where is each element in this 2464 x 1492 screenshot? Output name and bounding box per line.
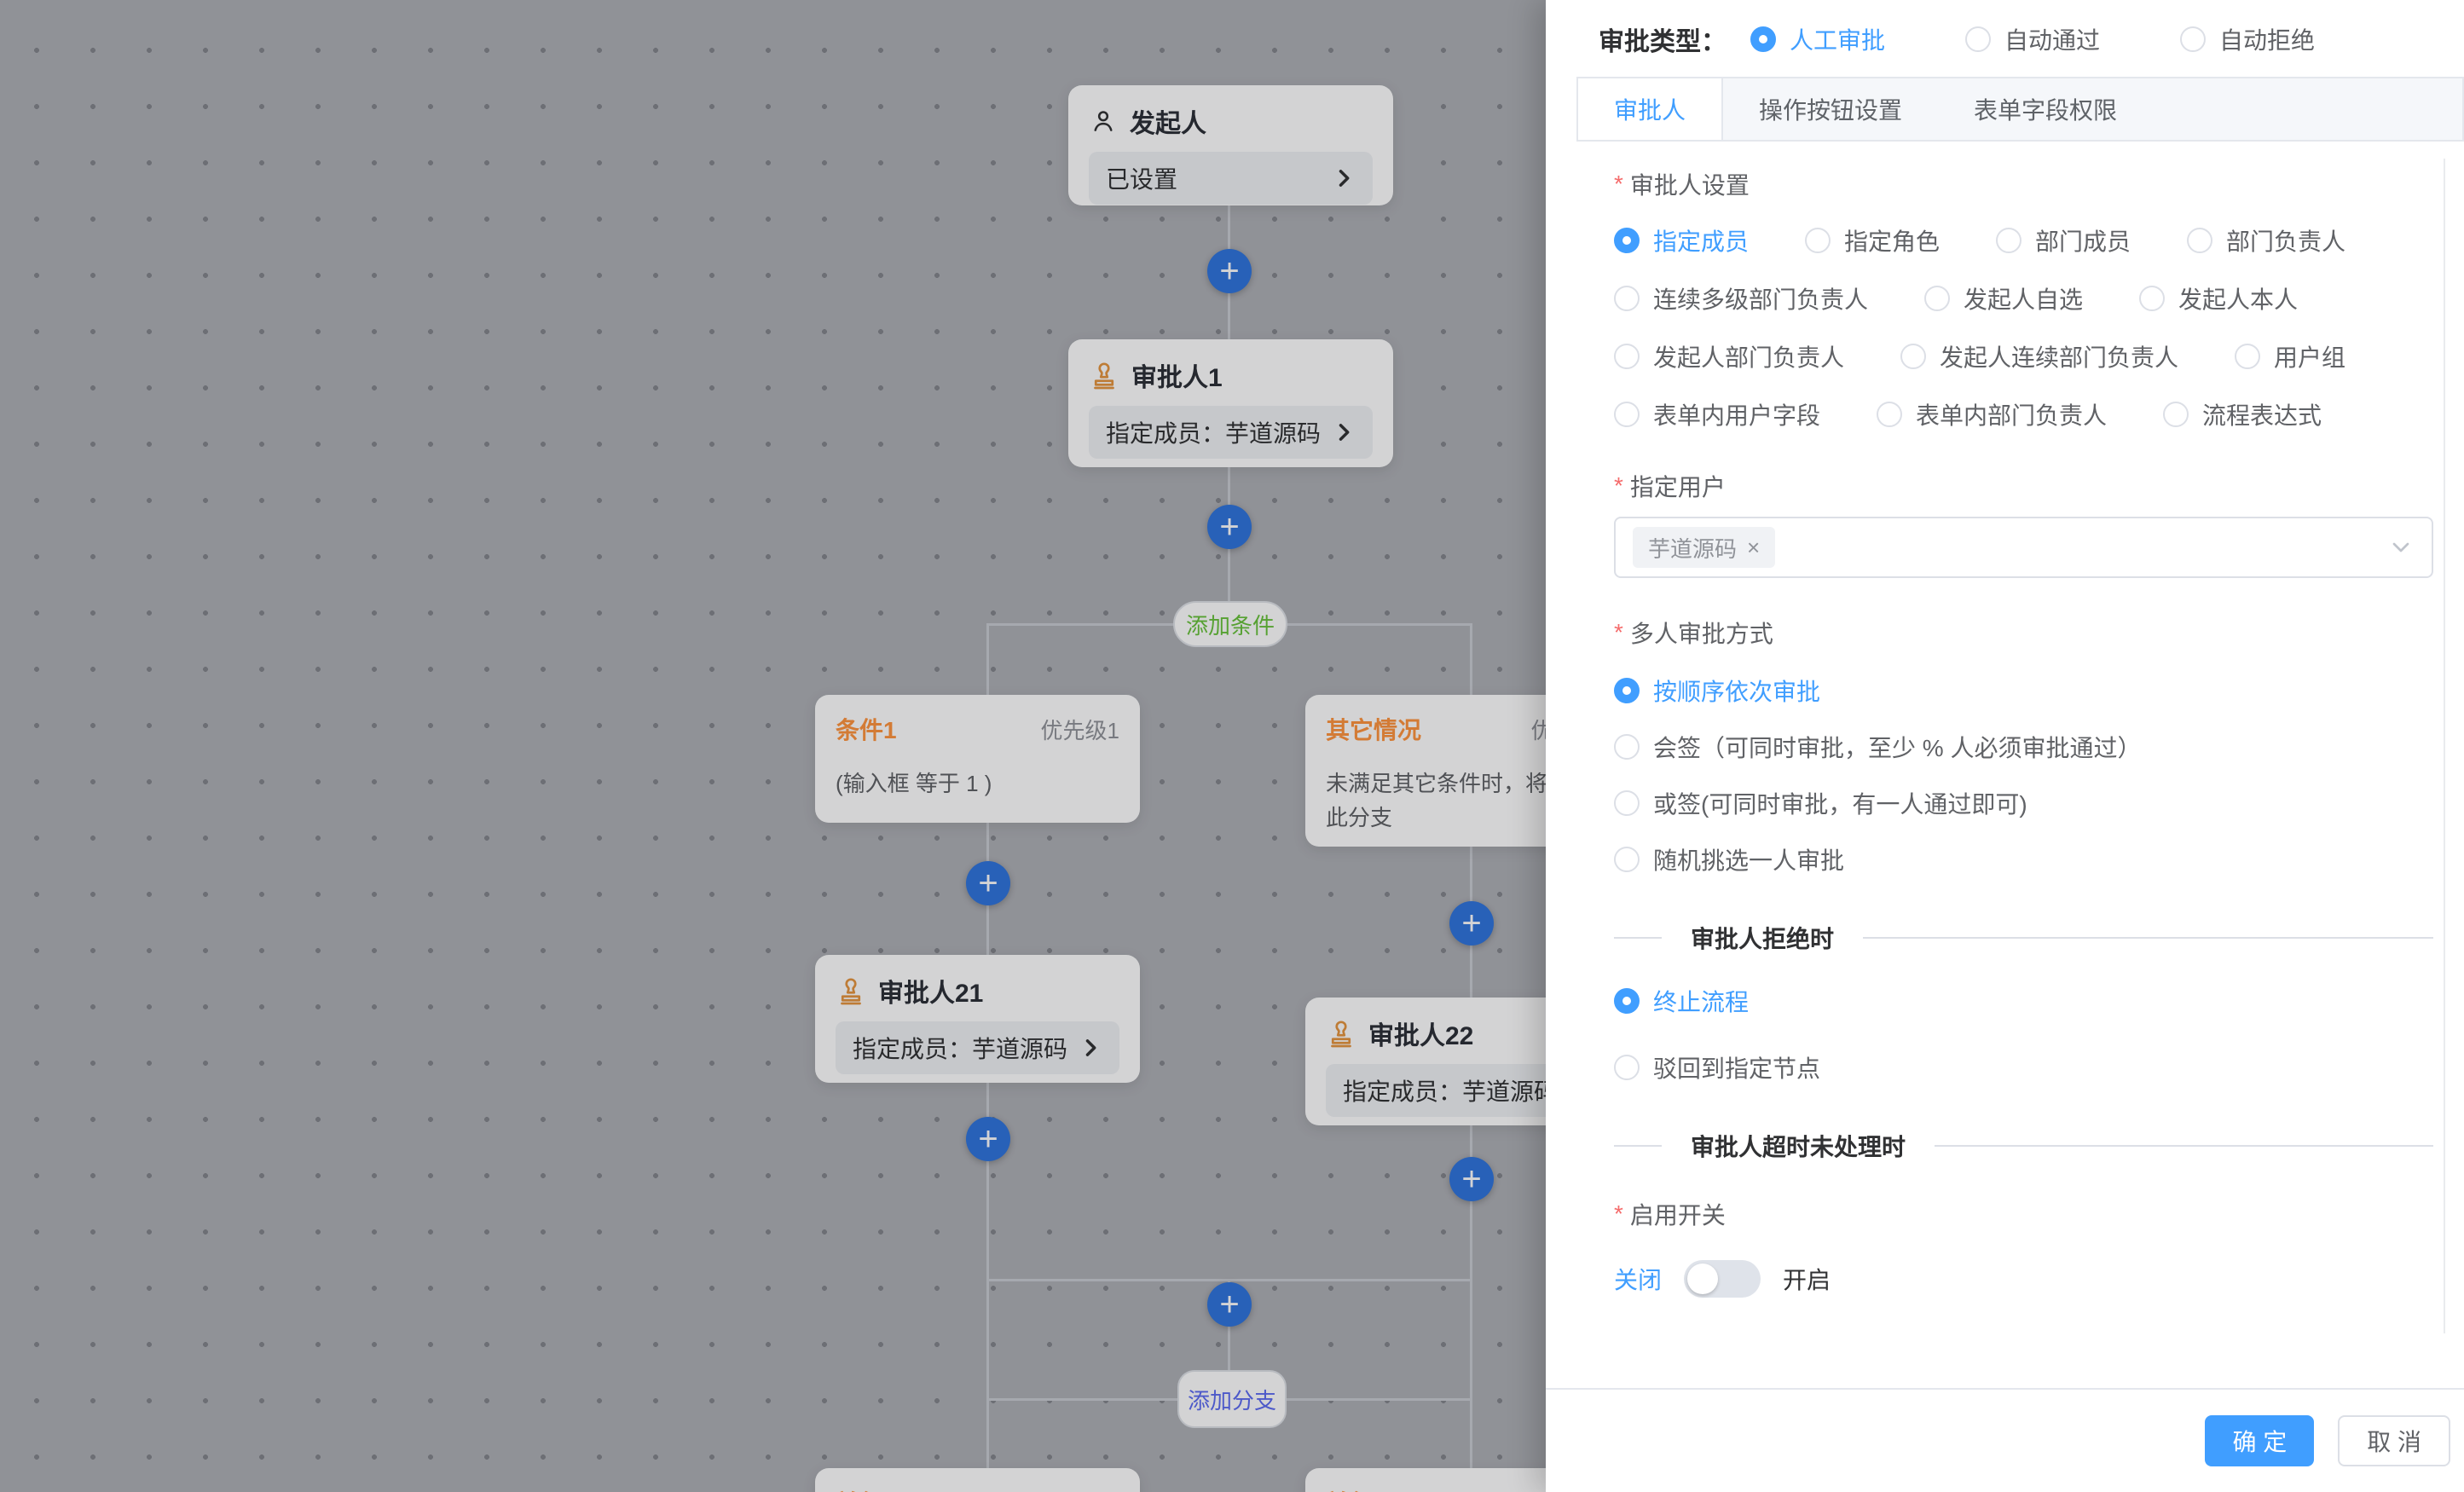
timeout-switch-row: 关闭 开启 [1614, 1255, 2433, 1303]
approver-setting-row2: 连续多级部门负责人 发起人自选 发起人本人 [1614, 281, 2433, 315]
radio-icon [2163, 402, 2189, 427]
tab-form-field-permission[interactable]: 表单字段权限 [1938, 78, 2153, 140]
radio-or-sign[interactable]: 或签(可同时审批，有一人通过即可) [1614, 786, 2433, 820]
cancel-button[interactable]: 取 消 [2338, 1415, 2450, 1466]
radio-starter-multi-dept-leader[interactable]: 发起人连续部门负责人 [1900, 339, 2178, 373]
radio-auto-reject[interactable]: 自动拒绝 [2180, 22, 2315, 56]
radio-icon [1614, 678, 1640, 703]
switch-on-label: 开启 [1783, 1262, 1831, 1296]
radio-icon [1614, 402, 1640, 427]
radio-icon [1614, 1055, 1640, 1080]
tab-button-settings[interactable]: 操作按钮设置 [1723, 78, 1938, 140]
assigned-user-label: 指定用户 [1614, 469, 2433, 503]
settings-tabs: 审批人 操作按钮设置 表单字段权限 [1576, 77, 2464, 142]
assigned-user-select[interactable]: 芋道源码 × [1614, 517, 2433, 578]
radio-icon [1996, 228, 2022, 253]
user-tag: 芋道源码 × [1633, 527, 1775, 568]
radio-icon [1924, 286, 1950, 311]
radio-starter-self[interactable]: 发起人本人 [2139, 281, 2298, 315]
radio-auto-approve[interactable]: 自动通过 [1965, 22, 2100, 56]
radio-countersign[interactable]: 会签（可同时审批，至少 % 人必须审批通过） [1614, 730, 2433, 764]
approval-type-label: 审批类型： [1599, 20, 1727, 58]
radio-icon [2139, 286, 2165, 311]
radio-designated-role[interactable]: 指定角色 [1805, 223, 1940, 257]
radio-icon [1614, 286, 1640, 311]
radio-dept-leader[interactable]: 部门负责人 [2187, 223, 2345, 257]
radio-icon [1614, 847, 1640, 872]
radio-icon [1614, 344, 1640, 369]
radio-return-to-node[interactable]: 驳回到指定节点 [1614, 1050, 2433, 1084]
timeout-section-title: 审批人超时未处理时 [1691, 1129, 1906, 1163]
radio-random-one[interactable]: 随机挑选一人审批 [1614, 842, 2433, 876]
radio-starter-dept-leader[interactable]: 发起人部门负责人 [1614, 339, 1844, 373]
modal-overlay[interactable] [0, 0, 1546, 1492]
enable-switch-label: 启用开关 [1614, 1197, 2433, 1231]
radio-form-dept-leader[interactable]: 表单内部门负责人 [1877, 397, 2107, 431]
approver-setting-row4: 表单内用户字段 表单内部门负责人 流程表达式 [1614, 397, 2433, 431]
scrollbar-track[interactable] [2444, 159, 2445, 1333]
timeout-toggle[interactable] [1684, 1260, 1761, 1298]
radio-icon [2187, 228, 2212, 253]
toggle-knob [1687, 1264, 1718, 1294]
chevron-down-icon [2387, 534, 2415, 561]
radio-icon [1805, 228, 1831, 253]
radio-starter-select[interactable]: 发起人自选 [1924, 281, 2083, 315]
approver-setting-row1: 指定成员 指定角色 部门成员 部门负责人 [1614, 223, 2433, 257]
workflow-designer-screen: 发起人 已设置 + 审批人1 指定成员：芋道源码 + [0, 0, 2464, 1492]
radio-user-group[interactable]: 用户组 [2235, 339, 2345, 373]
approval-node-settings-drawer: 审批类型： 人工审批 自动通过 自动拒绝 审批人 操作按钮设置 表单字段权限 [1546, 0, 2464, 1492]
radio-icon [1614, 734, 1640, 760]
radio-icon [1900, 344, 1926, 369]
radio-sequential-approve[interactable]: 按顺序依次审批 [1614, 674, 2433, 708]
reject-section-title: 审批人拒绝时 [1691, 921, 1834, 955]
radio-dept-member[interactable]: 部门成员 [1996, 223, 2131, 257]
radio-icon [1614, 228, 1640, 253]
user-tag-name: 芋道源码 [1648, 532, 1737, 564]
radio-designated-member[interactable]: 指定成员 [1614, 223, 1749, 257]
approver-setting-row3: 发起人部门负责人 发起人连续部门负责人 用户组 [1614, 339, 2433, 373]
radio-form-user-field[interactable]: 表单内用户字段 [1614, 397, 1820, 431]
switch-off-label: 关闭 [1614, 1262, 1662, 1296]
radio-icon [1614, 988, 1640, 1014]
radio-multi-level-dept-leader[interactable]: 连续多级部门负责人 [1614, 281, 1868, 315]
radio-terminate-process[interactable]: 终止流程 [1614, 984, 2433, 1018]
approver-setting-label: 审批人设置 [1614, 167, 2433, 201]
multi-approve-label: 多人审批方式 [1614, 616, 2433, 650]
radio-icon [1877, 402, 1902, 427]
settings-scroll-area[interactable]: 审批人设置 指定成员 指定角色 部门成员 部门负责人 连续多级部门负责人 发起人… [1614, 142, 2433, 1316]
radio-icon [1750, 26, 1776, 52]
remove-tag-icon[interactable]: × [1747, 535, 1760, 561]
radio-icon [2235, 344, 2260, 369]
radio-icon [2180, 26, 2206, 52]
timeout-section-divider: 审批人超时未处理时 [1614, 1129, 2433, 1163]
radio-process-expression[interactable]: 流程表达式 [2163, 397, 2322, 431]
radio-icon [1965, 26, 1991, 52]
radio-icon [1614, 790, 1640, 816]
confirm-button[interactable]: 确 定 [2205, 1415, 2314, 1466]
tab-approver[interactable]: 审批人 [1578, 78, 1723, 140]
reject-section-divider: 审批人拒绝时 [1614, 921, 2433, 955]
radio-manual-approval[interactable]: 人工审批 [1750, 22, 1885, 56]
approval-type-row: 审批类型： 人工审批 自动通过 自动拒绝 [1546, 0, 2464, 60]
drawer-footer: 确 定 取 消 [1546, 1388, 2464, 1492]
